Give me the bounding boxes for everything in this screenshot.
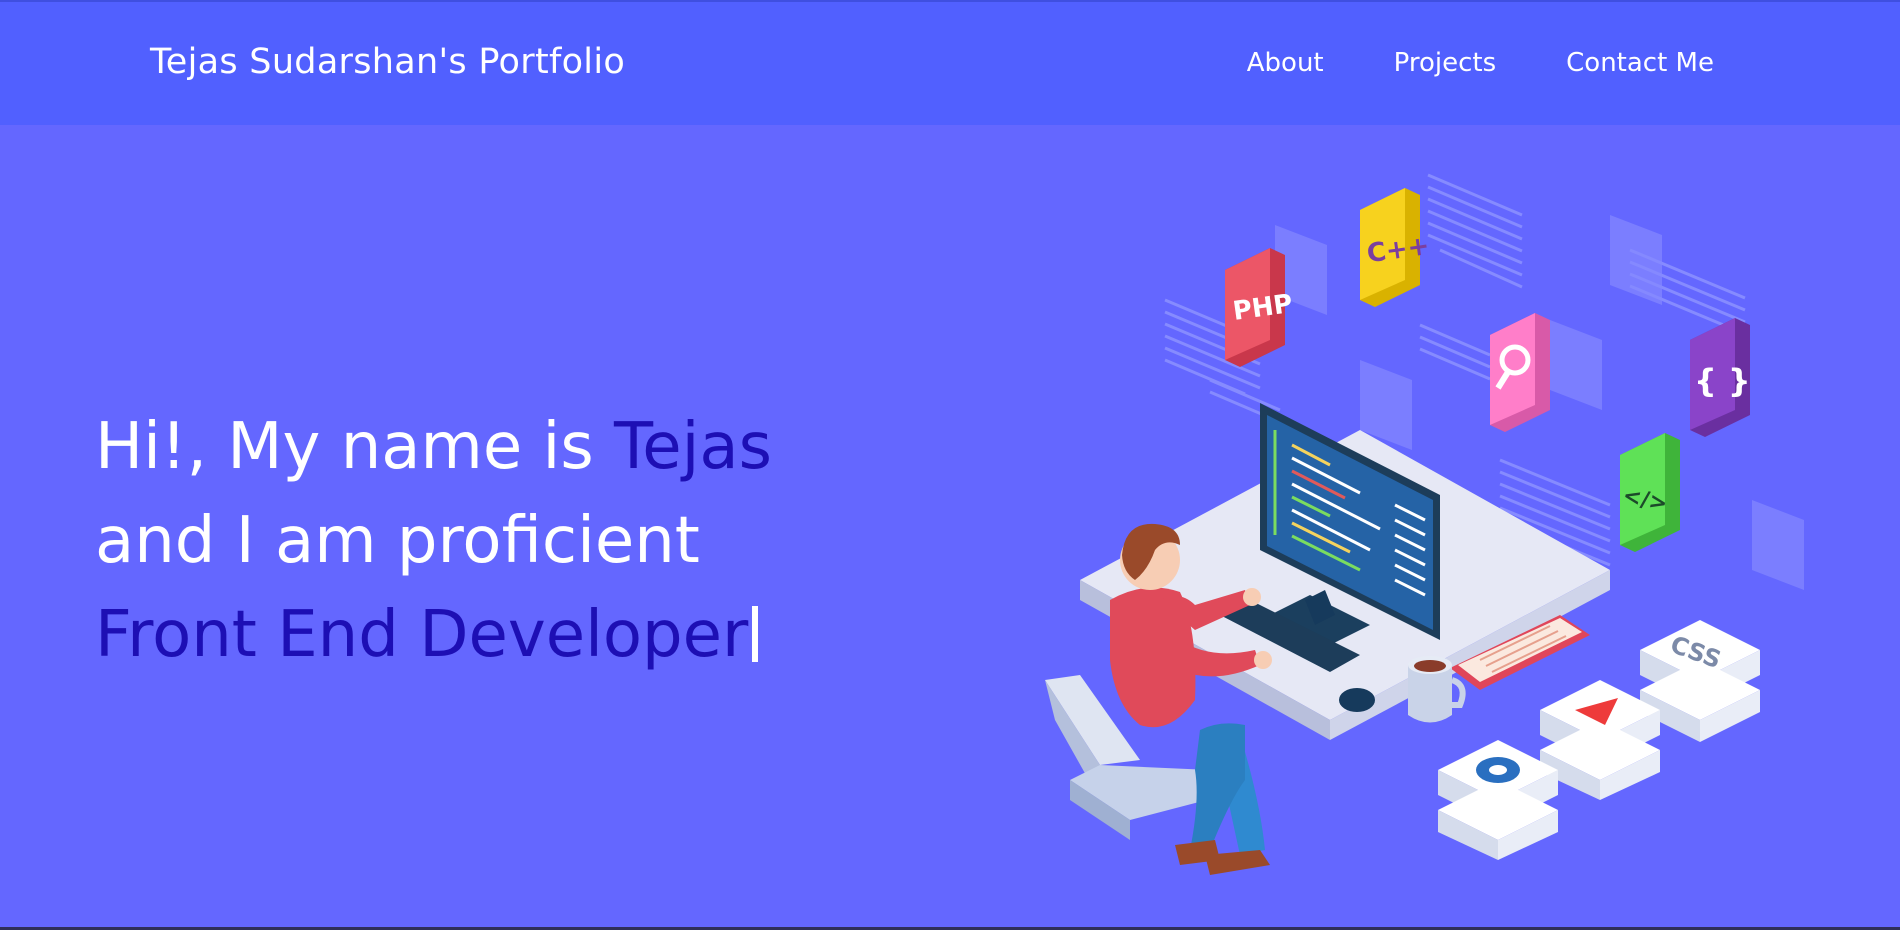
code-tile-icon: </> [1620,433,1680,552]
cpp-tile-icon: C++ [1360,188,1431,307]
mouse-icon [1339,688,1375,712]
nav-links: About Projects Contact Me [1247,48,1714,78]
php-tile-icon: PHP [1225,248,1295,367]
navbar: Tejas Sudarshan's Portfolio About Projec… [0,0,1900,125]
search-tile-icon [1490,313,1550,432]
braces-tile-icon: { } [1690,318,1751,437]
hero-greeting: Hi!, My name is [95,410,614,484]
hero-name: Tejas [614,410,772,484]
nav-link-contact[interactable]: Contact Me [1566,48,1714,78]
developer-illustration: PHP C++ { } </> CSS [1045,173,1804,875]
typing-cursor [752,606,759,662]
hero-heading: Hi!, My name is Tejas and I am proficien… [95,400,772,682]
portfolio-page: Tejas Sudarshan's Portfolio About Projec… [0,0,1900,930]
site-brand[interactable]: Tejas Sudarshan's Portfolio [150,42,625,82]
hero-line-2: and I am proficient [95,504,700,578]
hero-line-1: Hi!, My name is Tejas [95,400,772,494]
nav-link-projects[interactable]: Projects [1394,48,1497,78]
braces-label: { } [1694,362,1751,400]
hero-role-typed: Front End Developer [95,598,749,672]
nav-link-about[interactable]: About [1247,48,1324,78]
hero-line-3: Front End Developer [95,588,772,682]
